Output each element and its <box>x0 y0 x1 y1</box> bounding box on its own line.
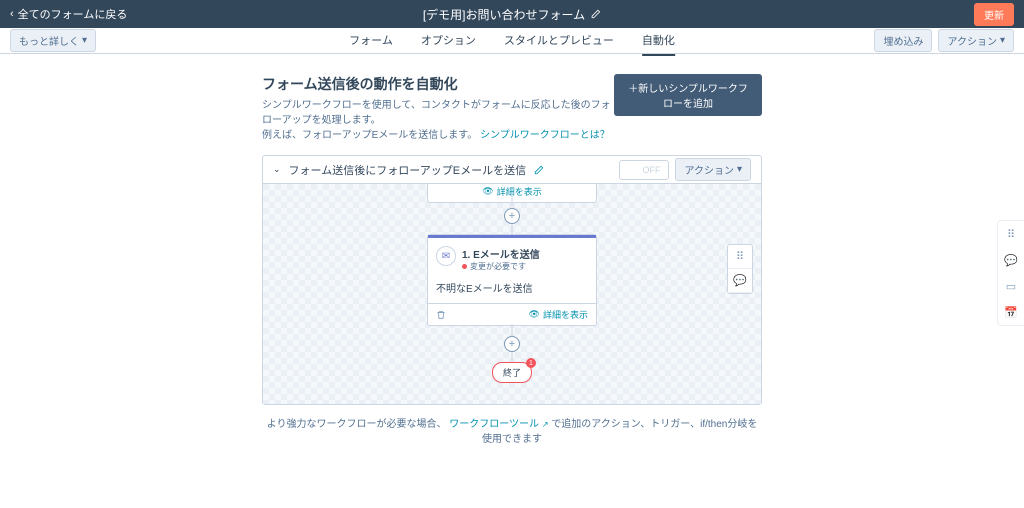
grip-icon[interactable]: ⠿ <box>728 245 752 269</box>
tab-style-preview[interactable]: スタイルとプレビュー <box>504 26 614 56</box>
toggle-switch[interactable]: OFF <box>619 160 669 180</box>
tab-automation[interactable]: 自動化 <box>642 26 675 56</box>
chevron-down-icon: ▾ <box>1000 35 1005 46</box>
back-label: 全てのフォームに戻る <box>18 6 128 22</box>
step-title: 1. Eメールを送信 <box>462 246 540 261</box>
workflow-canvas: 👁 詳細を表示 + ✉ 1. Eメールを送信 <box>263 184 761 404</box>
step-message: 不明なEメールを送信 <box>428 280 596 303</box>
rail-chat-icon[interactable]: 💬 <box>998 247 1024 273</box>
workflow-panel: ⌄ フォーム送信後にフォローアップEメールを送信 OFF アクション ▾ <box>262 155 762 405</box>
add-step-button[interactable]: + <box>504 336 520 352</box>
toggle-off-label: OFF <box>636 163 666 177</box>
chat-icon[interactable]: 💬 <box>728 269 752 293</box>
external-link-icon: ↗ <box>542 420 549 429</box>
warning-dot-icon <box>462 264 467 269</box>
section-desc: シンプルワークフローを使用して、コンタクトがフォームに反応した後のフォローアップ… <box>262 98 614 143</box>
chevron-down-icon: ▾ <box>737 164 742 175</box>
details-link[interactable]: 詳細を表示 <box>543 308 588 321</box>
right-rail: ⠿ 💬 ▭ 📅 <box>997 220 1024 326</box>
rail-window-icon[interactable]: ▭ <box>998 273 1024 299</box>
actions-button[interactable]: アクション ▾ <box>938 29 1014 52</box>
add-workflow-button[interactable]: ＋新しいシンプルワークフローを追加 <box>614 74 762 116</box>
add-step-button[interactable]: + <box>504 208 520 224</box>
email-step-card[interactable]: ✉ 1. Eメールを送信 変更が必要です 不明なEメール <box>427 234 597 326</box>
alert-badge: 1 <box>526 358 536 368</box>
workflow-tool-link[interactable]: ワークフローツール ↗ <box>449 419 551 430</box>
eye-icon: 👁 <box>482 186 493 197</box>
chevron-down-icon[interactable]: ⌄ <box>273 164 281 175</box>
end-node[interactable]: 終了 1 <box>492 362 532 383</box>
footer-note: より強力なワークフローが必要な場合、 ワークフローツール ↗ で追加のアクション… <box>262 415 762 445</box>
email-icon: ✉ <box>436 246 456 266</box>
rail-grip-icon[interactable]: ⠿ <box>998 221 1024 247</box>
tab-options[interactable]: オプション <box>421 26 476 56</box>
section-title: フォーム送信後の動作を自動化 <box>262 74 614 94</box>
rail-calendar-icon[interactable]: 📅 <box>998 299 1024 325</box>
panel-actions-button[interactable]: アクション ▾ <box>675 158 751 181</box>
step-warning: 変更が必要です <box>462 261 540 272</box>
pencil-icon[interactable] <box>534 165 544 175</box>
chevron-left-icon: ‹ <box>10 8 14 20</box>
tab-bar: フォーム オプション スタイルとプレビュー 自動化 <box>349 28 675 53</box>
embed-button[interactable]: 埋め込み <box>874 29 932 52</box>
page-title: [デモ用]お問い合わせフォーム <box>423 6 585 23</box>
details-link: 詳細を表示 <box>497 185 542 198</box>
canvas-tools: ⠿ 💬 <box>727 244 753 294</box>
chevron-down-icon: ▾ <box>82 35 87 46</box>
actions-label: アクション <box>947 33 997 48</box>
panel-title: フォーム送信後にフォローアップEメールを送信 <box>289 162 527 178</box>
tab-form[interactable]: フォーム <box>349 26 393 56</box>
trash-icon[interactable] <box>436 310 446 320</box>
whatis-link[interactable]: シンプルワークフローとは？ <box>480 130 610 141</box>
more-details-button[interactable]: もっと詳しく ▾ <box>10 29 96 52</box>
back-link[interactable]: ‹ 全てのフォームに戻る <box>10 6 127 22</box>
pencil-icon[interactable] <box>591 9 601 19</box>
more-label: もっと詳しく <box>19 33 79 48</box>
update-button[interactable]: 更新 <box>974 3 1014 26</box>
eye-icon: 👁 <box>529 309 540 320</box>
